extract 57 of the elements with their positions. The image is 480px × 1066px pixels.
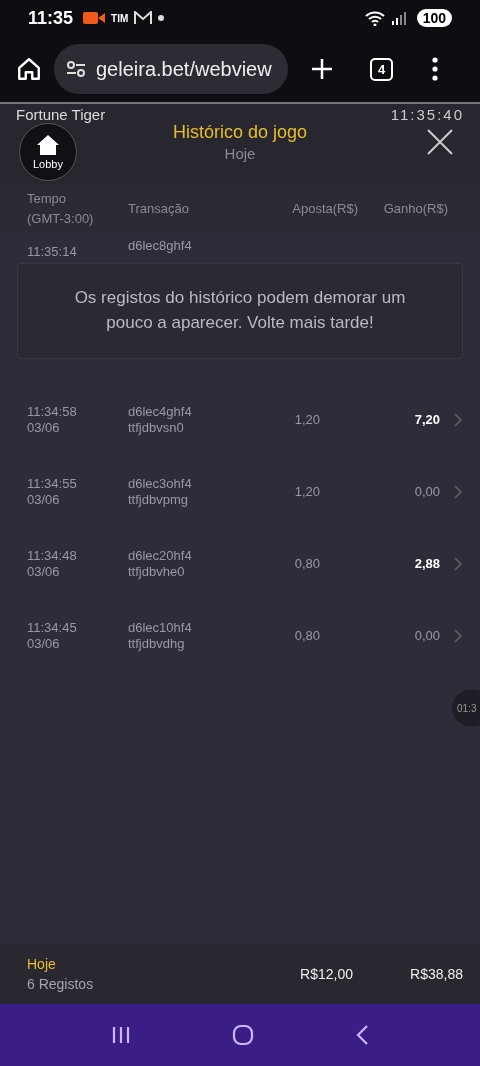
carrier-logo: TIM <box>111 12 129 24</box>
house-icon <box>36 134 60 156</box>
transaction-cell-text: d6lec20hf4 ttfjdbvhe0 <box>128 548 193 580</box>
transaction-cell-text: d6lec10hf4 ttfjdbvdhg <box>128 620 193 652</box>
video-camera-icon <box>83 11 106 25</box>
lobby-button[interactable]: Lobby <box>19 123 77 181</box>
win-cell-text: 0,00 <box>413 628 440 644</box>
chevron-right-icon[interactable] <box>454 413 462 427</box>
transaction-cell-text: d6lec4ghf4 ttfjdbvsn0 <box>128 404 193 436</box>
game-clock: 11:35:40 <box>390 106 464 123</box>
column-header: Aposta(R$) <box>291 199 358 218</box>
recent-apps-icon[interactable] <box>110 1025 131 1045</box>
period-label: Hoje <box>27 956 57 972</box>
tab-count-button[interactable]: 4 <box>370 57 393 81</box>
mail-icon <box>134 11 153 25</box>
bet-cell-text: 1,20 <box>293 412 320 428</box>
total-bet: R$12,00 <box>299 966 353 982</box>
column-header: Ganho(R$) <box>382 199 448 218</box>
record-count: 6 Registos <box>27 976 95 992</box>
transaction-cell-text: d6lec3ohf4 ttfjdbvpmg <box>128 476 193 508</box>
transaction-cell-text: d6lec8ghf4 <box>128 238 193 253</box>
time-cell-text: 11:34:48 03/06 <box>27 548 78 580</box>
battery-level: 100 <box>416 9 452 27</box>
game-name: Fortune Tiger <box>16 106 106 123</box>
time-cell-text: 11:34:58 03/06 <box>27 404 78 436</box>
tune-icon <box>66 60 86 78</box>
column-header: Transação <box>128 199 190 218</box>
total-win: R$38,88 <box>409 966 463 982</box>
url-text: geleira.bet/webview <box>96 57 272 81</box>
home-icon[interactable] <box>16 56 42 82</box>
floating-timer: 01:3 <box>452 690 480 726</box>
chevron-right-icon[interactable] <box>454 629 462 643</box>
time-cell-text: 11:34:55 03/06 <box>27 476 78 508</box>
time-cell-text: 11:35:14 <box>27 244 78 259</box>
bet-cell-text: 0,80 <box>293 556 320 572</box>
home-button-icon[interactable] <box>232 1024 254 1046</box>
win-cell-text: 0,00 <box>413 484 440 500</box>
clock-time: 11:35 <box>28 7 74 29</box>
new-tab-icon[interactable] <box>310 57 334 81</box>
address-bar[interactable]: geleira.bet/webview <box>54 44 288 94</box>
chevron-right-icon[interactable] <box>454 557 462 571</box>
time-cell-text: 11:34:45 03/06 <box>27 620 78 652</box>
win-cell-text: 2,88 <box>413 556 440 572</box>
win-cell-text: 7,20 <box>413 412 440 428</box>
toast-message: Os registos do histórico podem demorar um pouco a aparecer. Volte mais tarde! <box>17 263 463 359</box>
back-icon[interactable] <box>355 1024 370 1046</box>
dialog-subtitle: Hoje <box>224 145 256 162</box>
notification-dot-icon <box>158 15 165 21</box>
close-icon[interactable] <box>426 128 454 156</box>
wifi-icon <box>364 10 385 26</box>
dialog-title: Histórico do jogo <box>172 122 308 143</box>
more-menu-icon[interactable] <box>431 57 439 81</box>
bet-cell-text: 0,80 <box>293 628 320 644</box>
column-header: Tempo (GMT-3:00) <box>27 189 95 228</box>
chevron-right-icon[interactable] <box>454 485 462 499</box>
signal-icon <box>390 10 407 26</box>
bet-cell-text: 1,20 <box>293 484 320 500</box>
